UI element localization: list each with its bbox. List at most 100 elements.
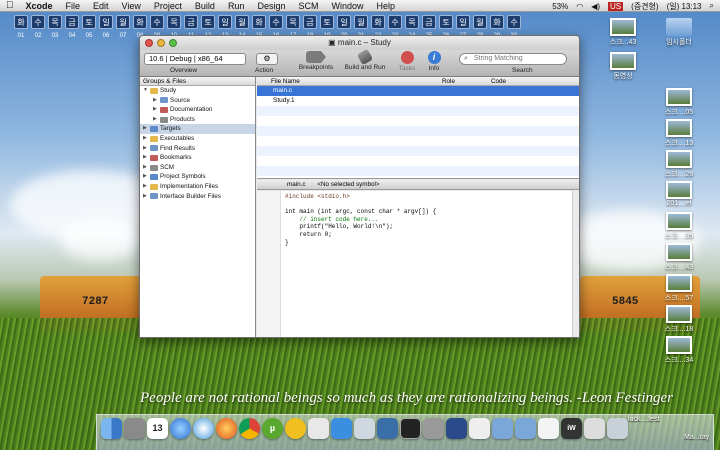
breakpoints-button[interactable]: Breakpoints (296, 51, 336, 71)
safari-icon[interactable] (193, 418, 214, 439)
mail-icon[interactable] (124, 418, 145, 439)
hangul-key[interactable]: 월 (116, 15, 130, 29)
action-button[interactable]: ⚙ (256, 53, 278, 65)
desktop-icon[interactable]: 임시폴더 (652, 18, 706, 47)
disclosure-closed-icon[interactable]: ▶ (143, 192, 150, 202)
code-line[interactable]: int main (int argc, const char * argv[])… (285, 208, 436, 216)
system-preferences-icon[interactable] (423, 418, 444, 439)
hangul-key[interactable]: 화 (371, 15, 385, 29)
hangul-key[interactable]: 수 (269, 15, 283, 29)
app-icon[interactable] (469, 418, 490, 439)
hangul-key[interactable]: 수 (507, 15, 521, 29)
hangul-key[interactable]: 토 (320, 15, 334, 29)
hangul-key[interactable]: 화 (14, 15, 28, 29)
tree-item[interactable]: ▶ Find Results (140, 144, 255, 154)
spotlight-icon[interactable]: ⌕ (710, 1, 714, 11)
menu-edit[interactable]: Edit (93, 1, 109, 11)
disclosure-closed-icon[interactable]: ▶ (143, 153, 150, 163)
tree-item[interactable]: ▼ Study (140, 86, 255, 96)
disclosure-closed-icon[interactable]: ▶ (143, 124, 150, 134)
utorrent-icon[interactable]: µ (262, 418, 283, 439)
code-editor[interactable]: #include <stdio.h> int main (int argc, co… (257, 191, 579, 337)
adium-icon[interactable] (285, 418, 306, 439)
disclosure-closed-icon[interactable]: ▶ (143, 163, 150, 173)
hangul-key[interactable]: 일 (218, 15, 232, 29)
column-role[interactable]: Role (442, 78, 455, 85)
menu-scm[interactable]: SCM (298, 1, 318, 11)
column-code[interactable]: Code (491, 78, 506, 85)
disclosure-closed-icon[interactable]: ▶ (153, 115, 160, 125)
volume-icon[interactable]: ◀) (591, 2, 600, 11)
disclosure-closed-icon[interactable]: ▶ (153, 105, 160, 115)
apple-icon[interactable]:  (6, 0, 14, 11)
hangul-key[interactable]: 화 (133, 15, 147, 29)
hangul-key[interactable]: 월 (354, 15, 368, 29)
document-icon[interactable] (538, 418, 559, 439)
itunes-icon[interactable] (170, 418, 191, 439)
desktop-icon[interactable]: 스크....57 (652, 274, 706, 303)
tree-item[interactable]: ▶ Executables (140, 134, 255, 144)
editor-scrollbar[interactable] (572, 191, 579, 337)
menu-project[interactable]: Project (154, 1, 182, 11)
disclosure-closed-icon[interactable]: ▶ (153, 96, 160, 106)
menu-view[interactable]: View (122, 1, 141, 11)
hangul-key[interactable]: 수 (388, 15, 402, 29)
menu-window[interactable]: Window (331, 1, 363, 11)
tree-item[interactable]: ▶ Source (140, 96, 255, 106)
tree-item[interactable]: ▶ Products (140, 115, 255, 125)
desktop-icon[interactable]: 스크...43 (596, 18, 650, 47)
desktop-icon[interactable]: 동영상 (596, 52, 650, 81)
tasks-button[interactable]: Tasks (394, 51, 420, 72)
code-line[interactable]: } (285, 239, 436, 247)
desktop-icon[interactable]: 스크....18 (652, 305, 706, 334)
hangul-key[interactable]: 일 (99, 15, 113, 29)
disclosure-open-icon[interactable]: ▼ (143, 86, 150, 96)
hangul-key[interactable]: 월 (235, 15, 249, 29)
hangul-key[interactable]: 금 (303, 15, 317, 29)
disclosure-closed-icon[interactable]: ▶ (143, 172, 150, 182)
stack-icon[interactable] (584, 418, 605, 439)
hangul-key[interactable]: 금 (422, 15, 436, 29)
hangul-key[interactable]: 목 (405, 15, 419, 29)
scheme-popup[interactable]: 10.6 | Debug | x86_64 (144, 53, 246, 65)
tree-item[interactable]: ▶ Bookmarks (140, 153, 255, 163)
build-and-run-button[interactable]: Build and Run (343, 48, 387, 71)
editor-icon[interactable] (446, 418, 467, 439)
symbol-popup[interactable]: <No selected symbol> (317, 181, 379, 188)
info-button[interactable]: i Info (422, 51, 446, 72)
tree-item[interactable]: ▶ Documentation (140, 105, 255, 115)
search-field[interactable]: ⌕ String Matching (459, 53, 567, 65)
hangul-key[interactable]: 금 (65, 15, 79, 29)
hangul-key[interactable]: 목 (48, 15, 62, 29)
hangul-key[interactable]: 토 (82, 15, 96, 29)
hangul-key[interactable]: 토 (439, 15, 453, 29)
hangul-key[interactable]: 수 (31, 15, 45, 29)
code-line[interactable]: printf("Hello, World!\n"); (285, 223, 436, 231)
cpu-meter[interactable]: 53% (552, 2, 568, 11)
facetime-icon[interactable] (331, 418, 352, 439)
desktop-icon[interactable]: 스크....05 (652, 88, 706, 117)
menu-build[interactable]: Build (195, 1, 215, 11)
hangul-key[interactable]: 목 (167, 15, 181, 29)
trash-icon[interactable] (607, 418, 628, 439)
tree-item[interactable]: ▶ Interface Builder Files (140, 192, 255, 202)
xcode-icon[interactable] (377, 418, 398, 439)
firefox-icon[interactable] (216, 418, 237, 439)
folder-icon[interactable] (492, 418, 513, 439)
wifi-icon[interactable]: ◠ (576, 2, 583, 11)
finder-icon[interactable] (101, 418, 122, 439)
line-gutter[interactable] (257, 191, 281, 337)
flag-icon[interactable]: US (608, 1, 624, 11)
chrome-icon[interactable] (239, 418, 260, 439)
input-method[interactable]: (증견형) (631, 1, 658, 12)
source-code[interactable]: #include <stdio.h> int main (int argc, co… (285, 193, 436, 246)
hangul-key[interactable]: 토 (201, 15, 215, 29)
hangul-key[interactable]: 수 (150, 15, 164, 29)
tree-item[interactable]: ▶ Implementation Files (140, 182, 255, 192)
hangul-key[interactable]: 화 (252, 15, 266, 29)
hangul-key[interactable]: 화 (490, 15, 504, 29)
code-line[interactable]: #include <stdio.h> (285, 193, 436, 201)
disclosure-closed-icon[interactable]: ▶ (143, 182, 150, 192)
disclosure-closed-icon[interactable]: ▶ (143, 134, 150, 144)
folder-icon[interactable] (515, 418, 536, 439)
